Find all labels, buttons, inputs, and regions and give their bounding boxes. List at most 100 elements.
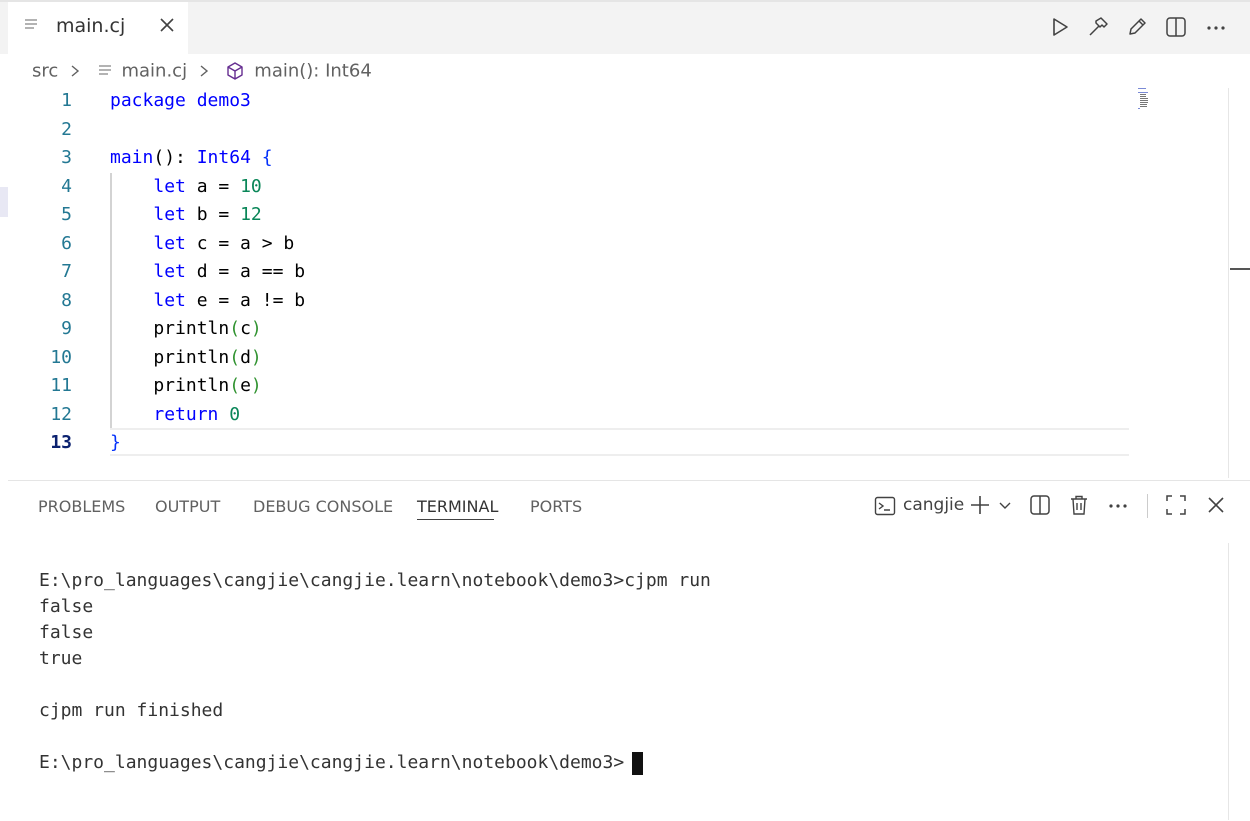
code-line[interactable]: let b = 12 — [110, 204, 262, 225]
file-lines-icon — [25, 19, 37, 29]
minimap[interactable] — [1138, 86, 1158, 112]
code-token: c = a > b — [185, 232, 295, 254]
chevron-right-icon — [200, 65, 208, 77]
breadcrumb-src[interactable]: src — [32, 61, 58, 82]
code-token: ) — [250, 346, 262, 368]
line-number: 13 — [50, 432, 72, 453]
terminal-line: false — [39, 622, 94, 643]
line-number: 3 — [61, 147, 72, 168]
line-number: 9 — [61, 318, 72, 339]
code-token: 0 — [229, 403, 241, 425]
terminal-icon — [874, 496, 896, 516]
code-token: println — [110, 346, 230, 368]
tab-label: main.cj — [56, 15, 126, 37]
terminal-line: false — [39, 596, 94, 617]
current-line-highlight — [110, 428, 1129, 456]
editor-scrollbar[interactable] — [1228, 88, 1250, 478]
code-line[interactable]: return 0 — [110, 404, 240, 425]
chevron-right-icon — [71, 65, 80, 77]
code-token: d — [240, 346, 251, 368]
split-terminal-icon[interactable] — [1029, 494, 1051, 516]
code-line[interactable]: let a = 10 — [110, 175, 262, 197]
code-token: ( — [229, 318, 241, 339]
tab-output[interactable]: OUTPUT — [155, 497, 220, 516]
code-line[interactable]: println(c) — [110, 318, 262, 339]
code-token: Int64 — [196, 147, 251, 168]
code-token: { — [261, 147, 273, 168]
plus-icon[interactable] — [969, 494, 991, 516]
breadcrumb: src main.cj main(): Int64 — [32, 60, 372, 84]
tab-terminal[interactable]: TERMINAL — [417, 497, 498, 516]
code-token: (): — [153, 147, 197, 168]
code-token: return — [153, 403, 219, 425]
tab-ports[interactable]: PORTS — [530, 497, 582, 516]
breadcrumb-file[interactable]: main.cj — [121, 61, 187, 82]
close-icon[interactable] — [158, 16, 176, 34]
code-line[interactable]: println(e) — [110, 375, 262, 396]
code-token: ( — [229, 346, 241, 368]
hammer-icon[interactable] — [1087, 16, 1109, 38]
code-line[interactable]: let e = a != b — [110, 290, 305, 311]
line-number: 11 — [50, 375, 72, 396]
terminal-cursor — [632, 752, 643, 775]
code-line[interactable]: let c = a > b — [110, 233, 294, 254]
breadcrumb-symbol[interactable]: main(): Int64 — [254, 61, 371, 82]
line-number: 8 — [61, 289, 72, 311]
trash-icon[interactable] — [1068, 494, 1090, 516]
chevron-down-icon[interactable] — [997, 494, 1013, 516]
line-number: 2 — [61, 118, 72, 140]
terminal-line: true — [39, 648, 83, 669]
code-line[interactable]: } — [110, 432, 121, 453]
code-line[interactable]: package demo3 — [110, 90, 251, 111]
code-token: ) — [250, 318, 262, 339]
terminal-line: E:\pro_languages\cangjie\cangjie.learn\n… — [39, 752, 625, 773]
line-number: 10 — [50, 346, 72, 368]
file-lines-icon — [98, 65, 111, 75]
line-number: 1 — [61, 90, 72, 111]
code-token: ) — [250, 375, 262, 396]
code-token: let — [153, 204, 186, 225]
code-line[interactable]: println(d) — [110, 346, 262, 368]
code-line[interactable]: let d = a == b — [110, 261, 305, 282]
code-token: demo3 — [196, 90, 251, 111]
code-token: println — [110, 318, 230, 339]
terminal-line: E:\pro_languages\cangjie\cangjie.learn\n… — [39, 570, 711, 591]
tab-debug-console[interactable]: DEBUG CONSOLE — [253, 497, 393, 516]
code-token: 10 — [240, 175, 262, 197]
close-panel-icon[interactable] — [1205, 494, 1227, 516]
terminal-scrollbar[interactable] — [1228, 543, 1250, 820]
line-number: 7 — [61, 261, 72, 282]
play-icon[interactable] — [1049, 16, 1071, 38]
line-number: 12 — [50, 403, 72, 425]
terminal-name[interactable]: cangjie — [903, 495, 964, 515]
code-token: e = a != b — [185, 289, 306, 311]
code-token: d = a == b — [185, 261, 306, 282]
active-tab-indicator — [417, 519, 494, 520]
ellipsis-icon[interactable] — [1205, 16, 1227, 38]
toolbar-divider — [1147, 494, 1148, 518]
code-token: let — [153, 289, 186, 311]
split-editor-icon[interactable] — [1165, 16, 1187, 38]
ellipsis-icon[interactable] — [1107, 494, 1129, 516]
code-token: main — [110, 147, 154, 168]
code-token: 12 — [240, 204, 262, 225]
code-token: ( — [229, 375, 241, 396]
line-number: 4 — [61, 175, 72, 197]
code-token: a = — [185, 175, 241, 197]
pencil-icon[interactable] — [1126, 16, 1148, 38]
code-line[interactable]: main(): Int64 { — [110, 147, 273, 168]
tab-problems[interactable]: PROBLEMS — [38, 497, 125, 516]
cube-method-icon — [226, 62, 243, 80]
terminal-line: cjpm run finished — [39, 700, 224, 721]
maximize-panel-icon[interactable] — [1165, 494, 1187, 516]
code-token: package — [110, 90, 186, 111]
code-token: } — [110, 432, 121, 453]
